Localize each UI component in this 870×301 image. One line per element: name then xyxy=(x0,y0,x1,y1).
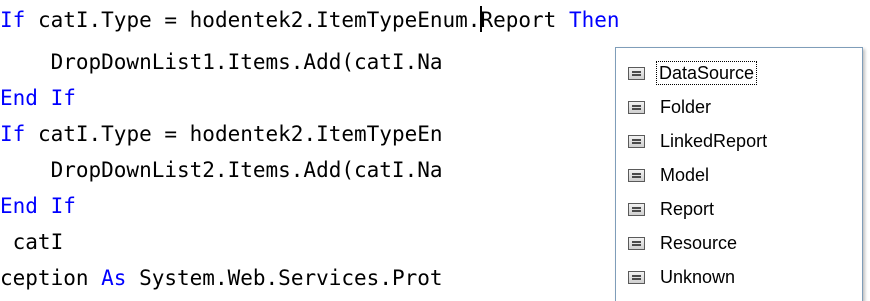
code-text: catI.Type = hodentek2.ItemTypeEn xyxy=(25,122,443,146)
completion-item-folder[interactable]: Folder xyxy=(616,90,862,124)
code-text: Report xyxy=(480,8,557,32)
completion-item-label: Report xyxy=(660,199,715,219)
code-line-5[interactable]: DropDownList2.Items.Add(catI.Na xyxy=(0,153,443,187)
code-line-1[interactable]: If catI.Type = hodentek2.ItemTypeEnum.Re… xyxy=(0,3,620,37)
code-line-4[interactable]: If catI.Type = hodentek2.ItemTypeEn xyxy=(0,117,443,151)
enum-member-icon xyxy=(628,270,645,284)
enum-member-icon xyxy=(628,236,645,250)
enum-member-icon xyxy=(628,202,645,216)
code-line-6[interactable]: End If xyxy=(0,189,76,223)
completion-item-resource[interactable]: Resource xyxy=(616,226,862,260)
completion-item-unknown[interactable]: Unknown xyxy=(616,260,862,294)
keyword-if: If xyxy=(50,86,76,110)
keyword-if: If xyxy=(0,8,26,32)
code-line-8[interactable]: ception As System.Web.Services.Prot xyxy=(0,261,443,295)
completion-item-label: Unknown xyxy=(660,267,736,287)
code-text: System.Web.Services.Prot xyxy=(126,266,443,290)
completion-item-model[interactable]: Model xyxy=(616,158,862,192)
completion-list[interactable]: DataSource Folder LinkedReport Model Rep… xyxy=(615,47,863,301)
code-line-7[interactable]: catI xyxy=(0,225,64,259)
enum-member-icon xyxy=(628,134,645,148)
code-line-3[interactable]: End If xyxy=(0,81,76,115)
enum-member-icon xyxy=(628,66,645,80)
code-editor[interactable]: If catI.Type = hodentek2.ItemTypeEnum.Re… xyxy=(0,0,870,301)
keyword-if: If xyxy=(50,194,76,218)
code-text: catI.Type = hodentek2.ItemTypeEnum. xyxy=(25,8,481,32)
keyword-as: As xyxy=(101,266,127,290)
completion-item-report[interactable]: Report xyxy=(616,192,862,226)
enum-member-icon xyxy=(628,168,645,182)
keyword-end: End xyxy=(0,86,38,110)
completion-item-label: DataSource xyxy=(656,61,758,85)
completion-item-datasource[interactable]: DataSource xyxy=(616,56,862,90)
code-text: DropDownList1.Items.Add(catI.Na xyxy=(0,50,443,74)
keyword-then: Then xyxy=(568,8,620,32)
code-text: catI xyxy=(0,230,64,254)
enum-member-icon xyxy=(628,100,645,114)
completion-item-label: Folder xyxy=(660,97,712,117)
completion-item-label: LinkedReport xyxy=(660,131,768,151)
keyword-end: End xyxy=(0,194,38,218)
code-text: ception xyxy=(0,266,102,290)
code-text: DropDownList2.Items.Add(catI.Na xyxy=(0,158,443,182)
completion-item-label: Model xyxy=(660,165,710,185)
completion-item-linkedreport[interactable]: LinkedReport xyxy=(616,124,862,158)
keyword-if: If xyxy=(0,122,26,146)
completion-item-label: Resource xyxy=(660,233,738,253)
code-line-2[interactable]: DropDownList1.Items.Add(catI.Na xyxy=(0,45,443,79)
